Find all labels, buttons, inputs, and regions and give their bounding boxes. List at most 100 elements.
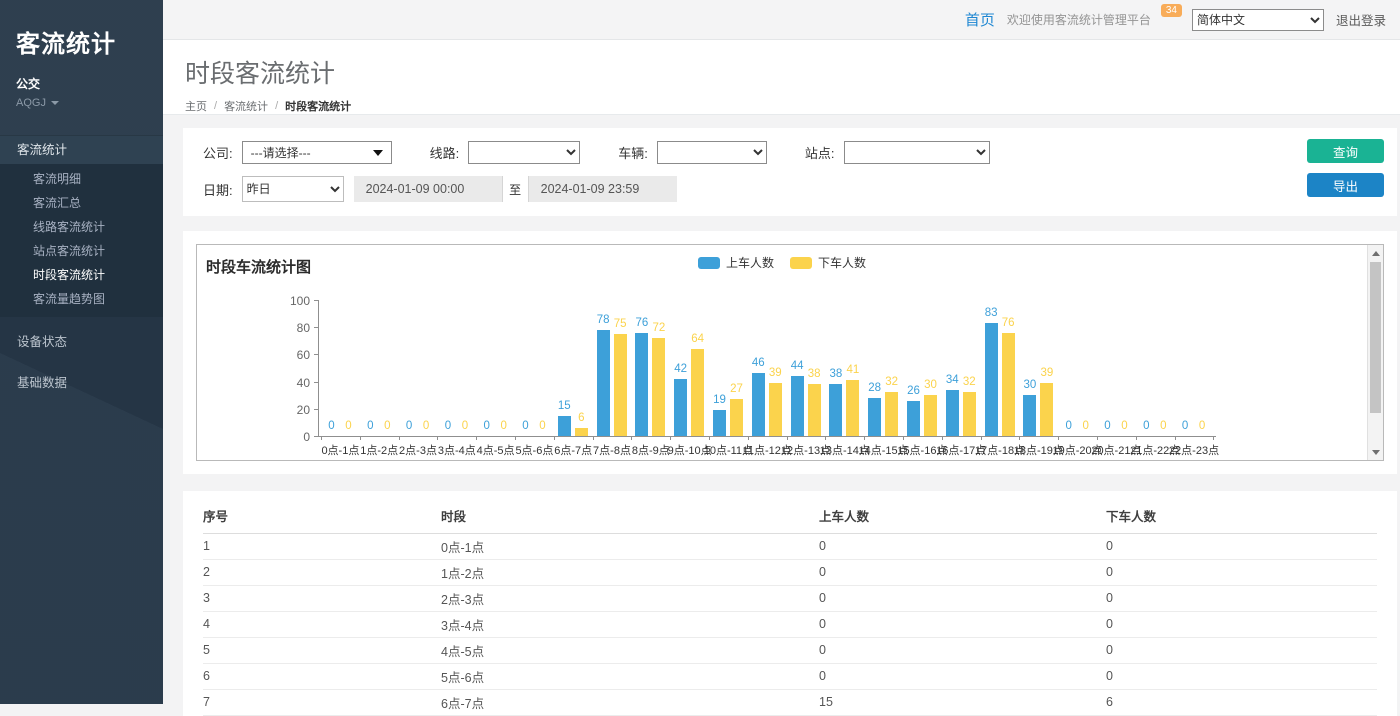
date-to-input[interactable]: 2024-01-09 23:59 <box>529 176 677 202</box>
bar-value-label: 30 <box>924 379 937 391</box>
sidebar-section-基础数据[interactable]: 基础数据 <box>0 367 163 399</box>
table-cell: 0 <box>819 611 1106 637</box>
chart-panel: 时段车流统计图 上车人数下车人数 020406080100000点-1点001点… <box>183 231 1397 474</box>
bar-value-label: 0 <box>500 420 506 432</box>
bar-value-label: 28 <box>868 382 881 394</box>
sidebar-item-时段客流统计[interactable]: 时段客流统计 <box>0 263 163 287</box>
company-value: ---请选择--- <box>251 144 311 161</box>
x-category-label: 1点-2点 <box>360 442 398 458</box>
breadcrumb-separator: / <box>214 100 217 112</box>
bar-value-label: 0 <box>539 420 545 432</box>
y-tick-label: 60 <box>280 348 310 362</box>
sidebar-item-站点客流统计[interactable]: 站点客流统计 <box>0 239 163 263</box>
bar-上车人数-6点-7点 <box>558 416 571 436</box>
scroll-up-button[interactable] <box>1368 245 1384 261</box>
export-button[interactable]: 导出 <box>1307 173 1384 197</box>
date-separator: 至 <box>502 176 529 202</box>
station-label: 站点: <box>805 143 835 162</box>
bar-下车人数-8点-9点 <box>652 338 665 436</box>
table-cell: 0 <box>1106 559 1377 585</box>
table-cell: 0 <box>1106 663 1377 689</box>
filter-row-2: 日期: 昨日 2024-01-09 00:00 至 2024-01-09 23:… <box>203 176 1277 202</box>
bar-上车人数-11点-12点 <box>752 373 765 436</box>
app-subtitle: 公交 <box>16 75 147 92</box>
x-category-label: 22点-23点 <box>1169 442 1219 458</box>
table-row: 76点-7点156 <box>203 689 1377 715</box>
language-select[interactable]: 简体中文 <box>1192 9 1324 31</box>
x-tick-mark <box>942 436 943 440</box>
logo-block: 客流统计 公交 AQGJ <box>0 0 163 123</box>
table-cell: 0 <box>819 637 1106 663</box>
bar-下车人数-16点-17点 <box>963 392 976 436</box>
org-selector[interactable]: AQGJ <box>16 97 147 109</box>
notification-badge: 34 <box>1161 4 1182 17</box>
logout-link[interactable]: 退出登录 <box>1336 10 1386 29</box>
x-category-label: 2点-3点 <box>399 442 437 458</box>
x-category-label: 5点-6点 <box>515 442 553 458</box>
welcome-text: 欢迎使用客流统计管理平台 <box>1007 11 1151 28</box>
query-button[interactable]: 查询 <box>1307 139 1384 163</box>
table-cell: 0点-1点 <box>441 533 819 559</box>
table-cell: 4点-5点 <box>441 637 819 663</box>
stats-table: 序号时段上车人数下车人数 10点-1点0021点-2点0032点-3点0043点… <box>203 499 1377 716</box>
topbar: 首页 欢迎使用客流统计管理平台 34 简体中文 退出登录 <box>163 0 1400 40</box>
sidebar-item-客流汇总[interactable]: 客流汇总 <box>0 191 163 215</box>
station-select[interactable] <box>844 141 990 164</box>
bar-value-label: 34 <box>946 374 959 386</box>
bar-value-label: 0 <box>328 420 334 432</box>
x-category-label: 6点-7点 <box>554 442 592 458</box>
sidebar-item-线路客流统计[interactable]: 线路客流统计 <box>0 215 163 239</box>
bar-下车人数-7点-8点 <box>614 334 627 436</box>
bar-value-label: 32 <box>885 376 898 388</box>
sidebar-section-设备状态[interactable]: 设备状态 <box>0 326 163 358</box>
date-preset-select[interactable]: 昨日 <box>242 176 344 202</box>
scroll-down-button[interactable] <box>1368 444 1384 460</box>
bar-value-label: 30 <box>1023 379 1036 391</box>
line-select[interactable] <box>468 141 580 164</box>
bar-value-label: 0 <box>1182 420 1188 432</box>
content: 公司: ---请选择--- 线路: 车辆: 站点: 日期: 昨日 <box>163 115 1400 704</box>
table-header-上车人数: 上车人数 <box>819 499 1106 533</box>
bar-value-label: 0 <box>1082 420 1088 432</box>
bar-下车人数-15点-16点 <box>924 395 937 436</box>
x-category-label: 0点-1点 <box>321 442 359 458</box>
date-from-input[interactable]: 2024-01-09 00:00 <box>354 176 502 202</box>
line-label: 线路: <box>430 143 460 162</box>
table-cell: 0 <box>819 663 1106 689</box>
chart-vertical-scrollbar[interactable] <box>1367 245 1383 460</box>
scroll-up-icon <box>1372 251 1380 256</box>
sidebar-section-客流统计[interactable]: 客流统计 <box>0 135 163 164</box>
table-cell: 0 <box>819 533 1106 559</box>
table-cell: 15 <box>819 689 1106 715</box>
company-combobox[interactable]: ---请选择--- <box>242 141 392 164</box>
x-tick-mark <box>903 436 904 440</box>
bar-value-label: 38 <box>829 368 842 380</box>
page-heading: 时段客流统计 主页 / 客流统计 / 时段客流统计 <box>163 40 1400 115</box>
table-cell: 1点-2点 <box>441 559 819 585</box>
home-link[interactable]: 首页 <box>965 9 995 30</box>
table-header-序号: 序号 <box>203 499 441 533</box>
bar-value-label: 0 <box>1065 420 1071 432</box>
y-tick-label: 20 <box>280 403 310 417</box>
bar-value-label: 44 <box>791 360 804 372</box>
date-label: 日期: <box>203 180 233 199</box>
y-tick-mark <box>314 300 318 301</box>
breadcrumb-home[interactable]: 主页 <box>185 98 207 114</box>
bar-value-label: 41 <box>846 364 859 376</box>
scrollbar-thumb[interactable] <box>1370 262 1381 413</box>
y-tick-label: 40 <box>280 376 310 390</box>
x-tick-mark <box>476 436 477 440</box>
table-row: 21点-2点00 <box>203 559 1377 585</box>
table-cell: 0 <box>1106 637 1377 663</box>
x-category-label: 3点-4点 <box>438 442 476 458</box>
table-cell: 2 <box>203 559 441 585</box>
app-title: 客流统计 <box>16 24 147 59</box>
vehicle-select[interactable] <box>657 141 767 164</box>
y-tick-mark <box>314 327 318 328</box>
bar-value-label: 0 <box>522 420 528 432</box>
x-tick-mark <box>437 436 438 440</box>
breadcrumb-section[interactable]: 客流统计 <box>224 98 268 114</box>
org-label: AQGJ <box>16 97 46 109</box>
sidebar-item-客流量趋势图[interactable]: 客流量趋势图 <box>0 287 163 311</box>
sidebar-item-客流明细[interactable]: 客流明细 <box>0 167 163 191</box>
